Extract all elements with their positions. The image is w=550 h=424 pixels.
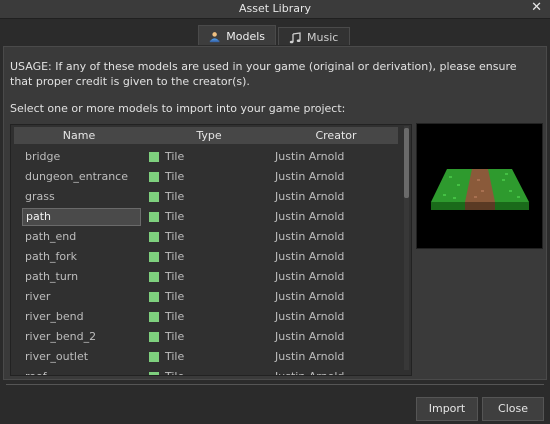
column-header-type[interactable]: Type [144, 127, 274, 144]
cell-name: dungeon_entrance [25, 170, 128, 183]
cell-type-label: Tile [165, 290, 185, 303]
cell-creator: Justin Arnold [275, 330, 345, 343]
column-header-creator[interactable]: Creator [274, 127, 398, 144]
cell-type-label: Tile [165, 150, 185, 163]
table-scrollbar[interactable] [404, 126, 409, 370]
cell-type-label: Tile [165, 190, 185, 203]
usage-text: USAGE: If any of these models are used i… [10, 60, 517, 88]
cell-type-label: Tile [165, 230, 185, 243]
cell-type-label: Tile [165, 170, 185, 183]
tab-models[interactable]: Models [198, 25, 276, 45]
tile-type-icon [149, 331, 159, 342]
table-row[interactable]: dungeon_entrance Tile Justin Arnold [11, 167, 406, 187]
cell-type: Tile [149, 190, 184, 203]
cell-creator: Justin Arnold [275, 310, 345, 323]
tile-type-icon [149, 151, 159, 162]
cell-name: path_end [25, 230, 77, 243]
cell-creator: Justin Arnold [275, 270, 345, 283]
title-bar: Asset Library ✕ [0, 0, 550, 19]
table-row[interactable]: river Tile Justin Arnold [11, 287, 406, 307]
models-panel: USAGE: If any of these models are used i… [3, 46, 547, 380]
cell-type: Tile [149, 370, 184, 375]
column-header-name[interactable]: Name [14, 127, 144, 144]
cell-type-label: Tile [165, 210, 185, 223]
cell-name: river_outlet [25, 350, 89, 363]
cell-creator: Justin Arnold [275, 290, 345, 303]
cell-type: Tile [149, 230, 184, 243]
divider [6, 384, 544, 385]
cell-creator: Justin Arnold [275, 210, 345, 223]
path-tile-preview-image [417, 124, 542, 248]
cell-name: grass [25, 190, 55, 203]
table-header: Name Type Creator [14, 127, 398, 144]
close-icon[interactable]: ✕ [531, 0, 542, 15]
table-row[interactable]: path_turn Tile Justin Arnold [11, 267, 406, 287]
import-button[interactable]: Import [416, 397, 478, 421]
tile-type-icon [149, 251, 159, 262]
cell-name: river_bend_2 [25, 330, 97, 343]
scrollbar-thumb[interactable] [404, 128, 409, 198]
table-row[interactable]: bridge Tile Justin Arnold [11, 147, 406, 167]
cell-creator: Justin Arnold [275, 150, 345, 163]
table-row[interactable]: river_bend Tile Justin Arnold [11, 307, 406, 327]
tab-music[interactable]: Music [278, 27, 350, 45]
cell-type: Tile [149, 210, 184, 223]
table-row[interactable]: path_fork Tile Justin Arnold [11, 247, 406, 267]
table-row[interactable]: river_bend_2 Tile Justin Arnold [11, 327, 406, 347]
cell-type-label: Tile [165, 250, 185, 263]
cell-type: Tile [149, 250, 184, 263]
cell-creator: Justin Arnold [275, 170, 345, 183]
table-row[interactable]: river_outlet Tile Justin Arnold [11, 347, 406, 367]
cell-type: Tile [149, 150, 184, 163]
table-row[interactable]: path_end Tile Justin Arnold [11, 227, 406, 247]
tile-type-icon [149, 231, 159, 242]
cell-name: bridge [25, 150, 61, 163]
table-row[interactable]: grass Tile Justin Arnold [11, 187, 406, 207]
close-button[interactable]: Close [482, 397, 544, 421]
cell-creator: Justin Arnold [275, 190, 345, 203]
cell-type: Tile [149, 270, 184, 283]
cell-creator: Justin Arnold [275, 230, 345, 243]
music-note-icon [289, 31, 301, 43]
cell-name: river [25, 290, 51, 303]
cell-type: Tile [149, 330, 184, 343]
cell-type-label: Tile [165, 330, 185, 343]
tile-type-icon [149, 171, 159, 182]
cell-name: path_fork [25, 250, 78, 263]
tile-type-icon [149, 351, 159, 362]
cell-name: roof [25, 370, 47, 375]
table-row[interactable]: path Tile Justin Arnold [11, 207, 406, 227]
tile-type-icon [149, 211, 159, 222]
cell-type: Tile [149, 170, 184, 183]
tile-type-icon [149, 291, 159, 302]
cell-name: river_bend [25, 310, 84, 323]
models-table: Name Type Creator bridge Tile Justin Arnol… [10, 124, 412, 376]
select-label: Select one or more models to import into… [10, 102, 346, 115]
tile-type-icon [149, 311, 159, 322]
cell-type-label: Tile [165, 350, 185, 363]
table-rows: bridge Tile Justin Arnold dungeon_entrance T… [11, 147, 406, 375]
tab-music-label: Music [307, 31, 339, 44]
cell-name: path [22, 208, 141, 226]
tile-type-icon [149, 271, 159, 282]
cell-type-label: Tile [165, 270, 185, 283]
cell-type-label: Tile [165, 370, 184, 375]
person-icon [209, 31, 220, 42]
cell-type-label: Tile [165, 310, 185, 323]
tile-type-icon [149, 371, 159, 375]
model-preview [416, 123, 543, 249]
cell-name: path_turn [25, 270, 79, 283]
tab-models-label: Models [226, 30, 265, 43]
cell-creator: Justin Arnold [275, 250, 345, 263]
window-title: Asset Library [238, 2, 312, 15]
cell-type: Tile [149, 290, 184, 303]
cell-type: Tile [149, 350, 184, 363]
cell-creator: Justin Arnold [275, 370, 344, 375]
table-row[interactable]: roof Tile Justin Arnold [11, 367, 406, 375]
cell-creator: Justin Arnold [275, 350, 345, 363]
tile-type-icon [149, 191, 159, 202]
cell-type: Tile [149, 310, 184, 323]
